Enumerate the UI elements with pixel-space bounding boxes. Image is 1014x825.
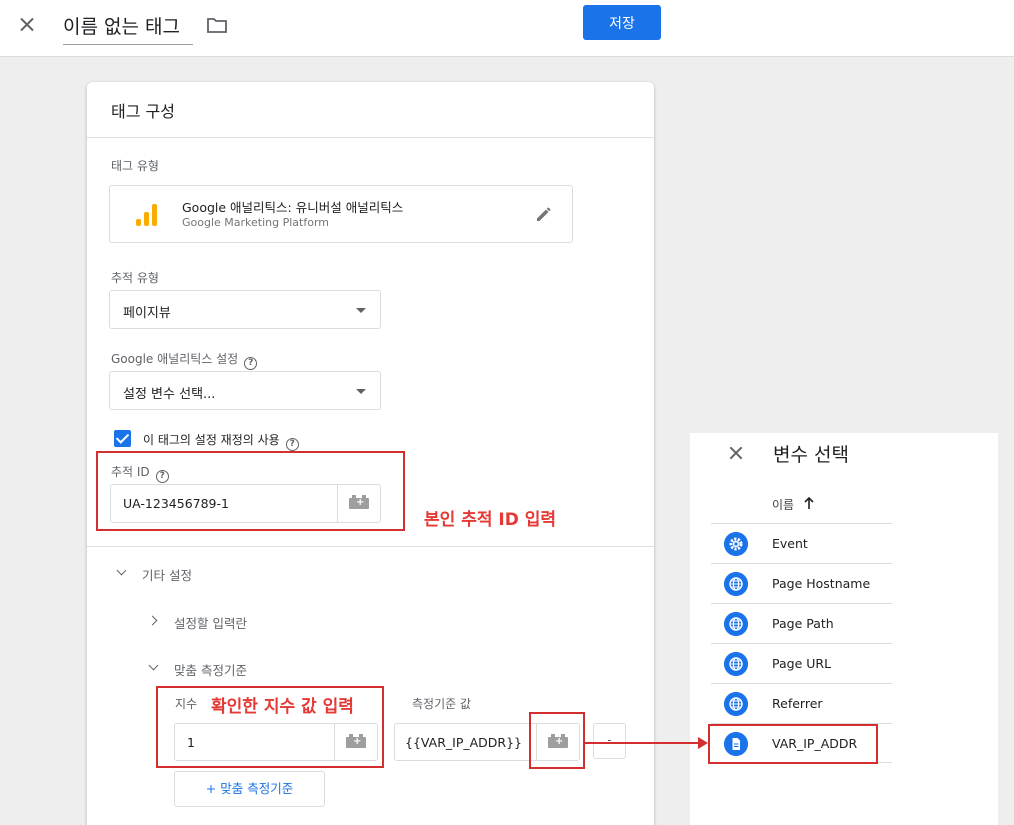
pencil-icon[interactable] bbox=[534, 204, 554, 224]
lego-brick-icon: + bbox=[349, 495, 369, 509]
help-icon[interactable]: ? bbox=[285, 438, 299, 451]
variable-row[interactable]: Page Hostname bbox=[711, 563, 892, 603]
top-bar: 이름 없는 태그 저장 bbox=[0, 0, 1014, 57]
variable-row[interactable]: VAR_IP_ADDR bbox=[711, 723, 892, 763]
name-column-header[interactable]: 이름 bbox=[772, 496, 794, 513]
index-input[interactable]: 1 + bbox=[174, 723, 378, 761]
variable-row[interactable]: Page URL bbox=[711, 643, 892, 683]
variable-name: Page Hostname bbox=[772, 576, 871, 591]
globe-icon bbox=[724, 692, 748, 716]
variable-name: VAR_IP_ADDR bbox=[772, 736, 858, 751]
lego-brick-icon: + bbox=[548, 734, 568, 748]
custom-dimensions-toggle[interactable]: 맞춤 측정기준 bbox=[174, 660, 247, 679]
tracking-id-value: UA-123456789-1 bbox=[123, 496, 229, 511]
fields-to-set-toggle[interactable]: 설정할 입력란 bbox=[174, 613, 247, 632]
document-icon bbox=[724, 732, 748, 756]
variable-picker-button[interactable]: + bbox=[536, 724, 579, 760]
variable-picker-button[interactable]: + bbox=[337, 485, 380, 522]
dropdown-caret-icon bbox=[356, 389, 366, 394]
add-custom-dimension-button[interactable]: + 맞춤 측정기준 bbox=[174, 771, 325, 807]
index-annotation: 확인한 지수 값 입력 bbox=[211, 697, 354, 717]
divider bbox=[87, 137, 654, 138]
variable-name: Page Path bbox=[772, 616, 834, 631]
lego-brick-icon: + bbox=[346, 734, 366, 748]
track-type-label: 추적 유형 bbox=[111, 271, 159, 285]
tag-config-card: 태그 구성 태그 유형 Google 애널리틱스: 유니버설 애널리틱스 Goo… bbox=[87, 82, 654, 825]
close-icon[interactable] bbox=[724, 441, 748, 465]
close-icon[interactable] bbox=[14, 12, 40, 38]
tracking-id-annotation: 본인 추적 ID 입력 bbox=[424, 510, 557, 530]
variable-row[interactable]: Event bbox=[711, 523, 892, 563]
ga-settings-label-text: Google 애널리틱스 설정 bbox=[111, 352, 239, 366]
variable-picker-button[interactable]: + bbox=[334, 724, 377, 760]
tag-type-name: Google 애널리틱스: 유니버설 애널리틱스 bbox=[182, 200, 404, 215]
divider bbox=[87, 546, 654, 547]
tag-name-field[interactable]: 이름 없는 태그 bbox=[63, 12, 193, 45]
tag-type-selector[interactable]: Google 애널리틱스: 유니버설 애널리틱스 Google Marketin… bbox=[109, 185, 573, 243]
dropdown-caret-icon bbox=[356, 308, 366, 313]
variable-list: Event Page Hostname Page Path Page URL R… bbox=[711, 523, 892, 763]
help-icon[interactable]: ? bbox=[155, 470, 169, 483]
more-settings-toggle[interactable]: 기타 설정 bbox=[142, 565, 192, 584]
chevron-down-icon[interactable] bbox=[148, 660, 159, 671]
override-label-text: 이 태그의 설정 재정의 사용 bbox=[143, 433, 280, 447]
sort-up-arrow-icon[interactable] bbox=[804, 497, 814, 510]
globe-icon bbox=[724, 612, 748, 636]
track-type-value: 페이지뷰 bbox=[123, 306, 171, 321]
gear-icon bbox=[724, 532, 748, 556]
ga-settings-label: Google 애널리틱스 설정? bbox=[111, 350, 258, 370]
dimension-value-input[interactable]: {{VAR_IP_ADDR}} + bbox=[394, 723, 580, 761]
google-analytics-logo-icon bbox=[136, 204, 158, 226]
variable-row[interactable]: Referrer bbox=[711, 683, 892, 723]
globe-icon bbox=[724, 572, 748, 596]
variable-name: Event bbox=[772, 536, 808, 551]
tracking-id-label-text: 추적 ID bbox=[111, 465, 150, 479]
folder-icon[interactable] bbox=[207, 17, 227, 33]
dimension-value-label: 측정기준 값 bbox=[412, 697, 472, 711]
variable-name: Page URL bbox=[772, 656, 832, 671]
index-value: 1 bbox=[187, 735, 195, 750]
ga-settings-select[interactable]: 설정 변수 선택... bbox=[109, 371, 381, 410]
card-title: 태그 구성 bbox=[111, 102, 175, 121]
annotation-arrow-icon bbox=[584, 737, 708, 749]
variable-row[interactable]: Page Path bbox=[711, 603, 892, 643]
index-label: 지수 bbox=[175, 697, 198, 711]
chevron-down-icon[interactable] bbox=[116, 565, 127, 576]
dimension-value: {{VAR_IP_ADDR}} bbox=[405, 735, 523, 750]
tracking-id-label: 추적 ID? bbox=[111, 463, 169, 483]
save-button[interactable]: 저장 bbox=[583, 5, 661, 40]
help-icon[interactable]: ? bbox=[244, 357, 258, 370]
panel-title: 변수 선택 bbox=[773, 444, 849, 466]
variable-name: Referrer bbox=[772, 696, 823, 711]
tag-type-subtitle: Google Marketing Platform bbox=[182, 216, 329, 229]
variable-select-panel: 변수 선택 이름 Event Page Hostname Page Path P… bbox=[690, 433, 998, 825]
track-type-select[interactable]: 페이지뷰 bbox=[109, 290, 381, 329]
ga-settings-value: 설정 변수 선택... bbox=[123, 387, 216, 402]
override-label: 이 태그의 설정 재정의 사용? bbox=[143, 431, 299, 451]
chevron-right-icon[interactable] bbox=[147, 615, 158, 626]
tracking-id-input[interactable]: UA-123456789-1 + bbox=[110, 484, 381, 523]
globe-icon bbox=[724, 652, 748, 676]
tag-type-label: 태그 유형 bbox=[111, 159, 159, 173]
override-checkbox[interactable] bbox=[114, 430, 131, 447]
